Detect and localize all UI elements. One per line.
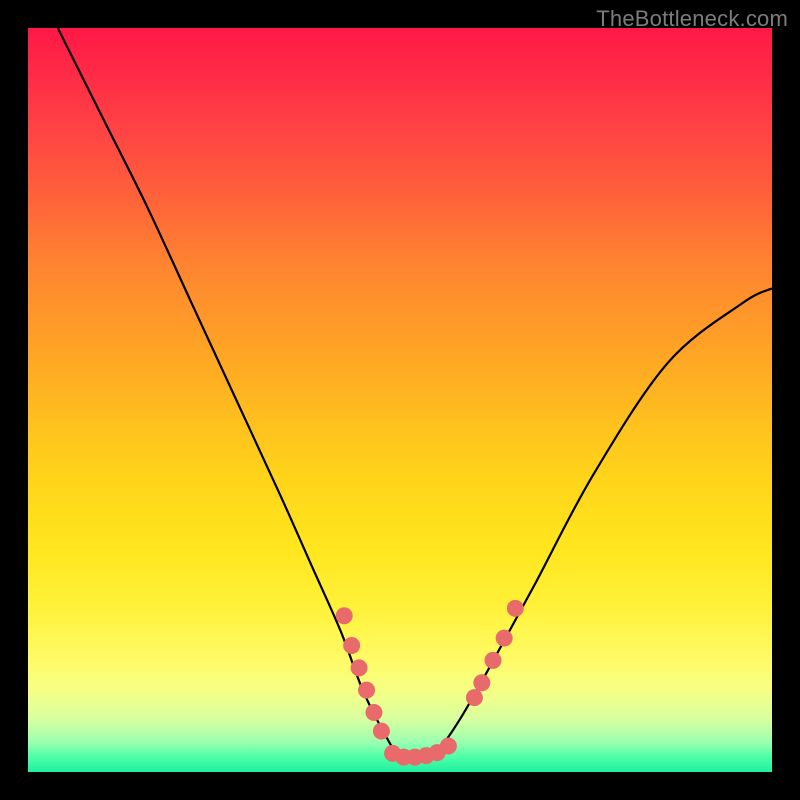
marker-dot (466, 689, 483, 706)
marker-dot (343, 637, 360, 654)
chart-frame: TheBottleneck.com (0, 0, 800, 800)
marker-dot (373, 723, 390, 740)
bottleneck-curve-line (58, 28, 772, 759)
chart-svg (28, 28, 772, 772)
marker-dot (365, 704, 382, 721)
marker-dot (351, 659, 368, 676)
marker-dot (496, 630, 513, 647)
marker-dot (358, 682, 375, 699)
marker-dot (473, 674, 490, 691)
marker-dot (485, 652, 502, 669)
marker-dot (336, 607, 353, 624)
marker-dots-group (336, 600, 524, 766)
marker-dot (440, 737, 457, 754)
watermark-text: TheBottleneck.com (596, 6, 788, 32)
marker-dot (507, 600, 524, 617)
chart-plot-area (28, 28, 772, 772)
